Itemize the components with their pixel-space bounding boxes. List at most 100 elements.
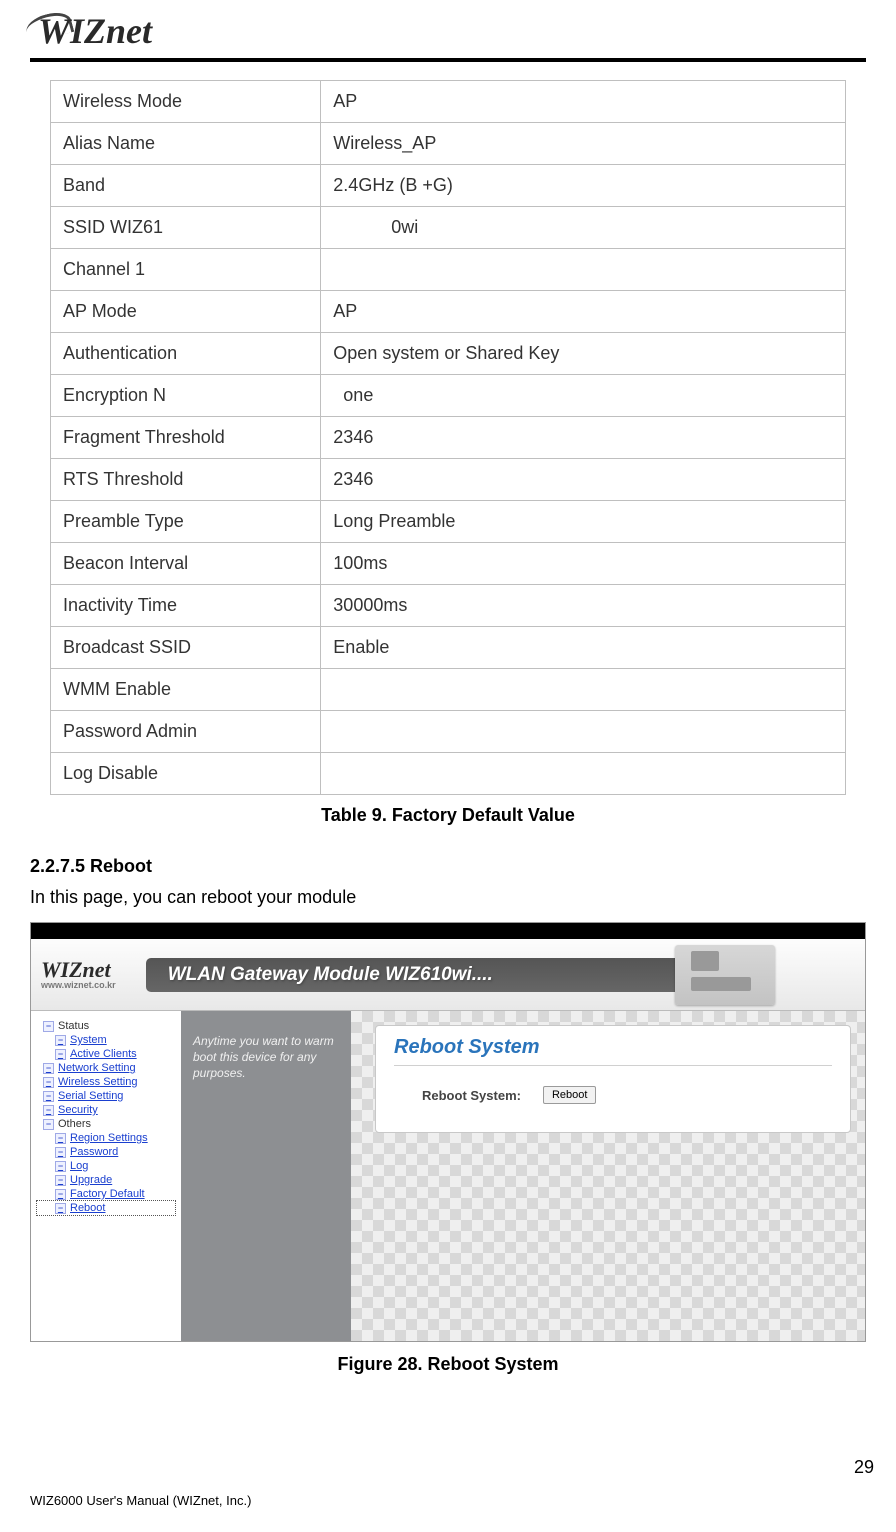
table-key: Preamble Type bbox=[51, 501, 321, 543]
table-row: AuthenticationOpen system or Shared Key bbox=[51, 333, 846, 375]
table-row: Fragment Threshold2346 bbox=[51, 417, 846, 459]
nav-serial-setting[interactable]: −Serial Setting bbox=[37, 1089, 175, 1103]
table-key: WMM Enable bbox=[51, 669, 321, 711]
minus-icon: − bbox=[55, 1203, 66, 1214]
table-row: Band2.4GHz (B +G) bbox=[51, 165, 846, 207]
table-row: Broadcast SSIDEnable bbox=[51, 627, 846, 669]
table-value: Open system or Shared Key bbox=[321, 333, 846, 375]
table-row: Encryption None bbox=[51, 375, 846, 417]
nav-status[interactable]: −Status bbox=[37, 1019, 175, 1033]
table-key: Channel 1 bbox=[51, 249, 321, 291]
table-key: Password Admin bbox=[51, 711, 321, 753]
table-key: RTS Threshold bbox=[51, 459, 321, 501]
table-key: SSID WIZ61 bbox=[51, 207, 321, 249]
reboot-panel: Reboot System Reboot System: Reboot bbox=[375, 1025, 851, 1133]
table-value: 30000ms bbox=[321, 585, 846, 627]
nav-factory-default[interactable]: −Factory Default bbox=[37, 1187, 175, 1201]
table-value bbox=[321, 753, 846, 795]
table-key: Encryption N bbox=[51, 375, 321, 417]
table-row: Channel 1 bbox=[51, 249, 846, 291]
table-value bbox=[321, 711, 846, 753]
banner-logo-sub: www.wiznet.co.kr bbox=[41, 981, 116, 990]
table-row: AP ModeAP bbox=[51, 291, 846, 333]
table-value: 2346 bbox=[321, 459, 846, 501]
table-row: Inactivity Time30000ms bbox=[51, 585, 846, 627]
nav-password[interactable]: −Password bbox=[37, 1145, 175, 1159]
table-value: AP bbox=[321, 81, 846, 123]
banner-logo: WIZnet www.wiznet.co.kr bbox=[41, 959, 116, 990]
nav-upgrade[interactable]: −Upgrade bbox=[37, 1173, 175, 1187]
sidebar-nav: −Status −System −Active Clients −Network… bbox=[31, 1011, 181, 1341]
wiznet-logo: WIZnet bbox=[30, 10, 152, 52]
table-key: Alias Name bbox=[51, 123, 321, 165]
nav-network-setting[interactable]: −Network Setting bbox=[37, 1061, 175, 1075]
panel-title: Reboot System bbox=[394, 1036, 832, 1066]
table-row: WMM Enable bbox=[51, 669, 846, 711]
table-row: Beacon Interval100ms bbox=[51, 543, 846, 585]
table-value: 100ms bbox=[321, 543, 846, 585]
minus-icon: − bbox=[43, 1091, 54, 1102]
minus-icon: − bbox=[55, 1035, 66, 1046]
table-key: Broadcast SSID bbox=[51, 627, 321, 669]
reboot-label: Reboot System: bbox=[422, 1088, 521, 1103]
reboot-button[interactable]: Reboot bbox=[543, 1086, 596, 1104]
nav-others[interactable]: −Others bbox=[37, 1117, 175, 1131]
nav-region-settings[interactable]: −Region Settings bbox=[37, 1131, 175, 1145]
content-area: Reboot System Reboot System: Reboot bbox=[351, 1011, 865, 1341]
module-photo-icon bbox=[675, 945, 775, 1005]
minus-icon: − bbox=[43, 1077, 54, 1088]
nav-security[interactable]: −Security bbox=[37, 1103, 175, 1117]
banner: WIZnet www.wiznet.co.kr WLAN Gateway Mod… bbox=[31, 939, 865, 1011]
table-key: Fragment Threshold bbox=[51, 417, 321, 459]
hint-panel: Anytime you want to warm boot this devic… bbox=[181, 1011, 351, 1341]
table-row: SSID WIZ610wi bbox=[51, 207, 846, 249]
table-key: Log Disable bbox=[51, 753, 321, 795]
minus-icon: − bbox=[55, 1189, 66, 1200]
table-value: Long Preamble bbox=[321, 501, 846, 543]
table-value: one bbox=[321, 375, 846, 417]
table-key: Band bbox=[51, 165, 321, 207]
factory-default-table: Wireless ModeAPAlias NameWireless_APBand… bbox=[50, 80, 846, 795]
nav-reboot[interactable]: −Reboot bbox=[37, 1201, 175, 1215]
minus-icon: − bbox=[43, 1063, 54, 1074]
table-key: Inactivity Time bbox=[51, 585, 321, 627]
section-body: In this page, you can reboot your module bbox=[30, 887, 866, 908]
page-header: WIZnet bbox=[0, 10, 896, 58]
table-key: Wireless Mode bbox=[51, 81, 321, 123]
nav-system[interactable]: −System bbox=[37, 1033, 175, 1047]
table-row: Wireless ModeAP bbox=[51, 81, 846, 123]
footer: WIZ6000 User's Manual (WIZnet, Inc.) bbox=[30, 1493, 251, 1508]
header-divider bbox=[30, 58, 866, 62]
hint-text: Anytime you want to warm boot this devic… bbox=[193, 1034, 334, 1080]
reboot-screenshot: WIZnet www.wiznet.co.kr WLAN Gateway Mod… bbox=[30, 922, 866, 1342]
footer-left: WIZ6000 User's Manual bbox=[30, 1493, 169, 1508]
table-row: RTS Threshold2346 bbox=[51, 459, 846, 501]
table-value: 2346 bbox=[321, 417, 846, 459]
table-value: Enable bbox=[321, 627, 846, 669]
table-value: AP bbox=[321, 291, 846, 333]
nav-wireless-setting[interactable]: −Wireless Setting bbox=[37, 1075, 175, 1089]
minus-icon: − bbox=[43, 1021, 54, 1032]
minus-icon: − bbox=[55, 1147, 66, 1158]
table-row: Alias NameWireless_AP bbox=[51, 123, 846, 165]
banner-title: WLAN Gateway Module WIZ610wi.... bbox=[146, 958, 753, 992]
footer-company: (WIZnet, Inc.) bbox=[173, 1493, 252, 1508]
table-row: Password Admin bbox=[51, 711, 846, 753]
titlebar bbox=[31, 923, 865, 939]
table-key: AP Mode bbox=[51, 291, 321, 333]
table-key: Authentication bbox=[51, 333, 321, 375]
table-value bbox=[321, 669, 846, 711]
table-caption: Table 9. Factory Default Value bbox=[0, 805, 896, 826]
minus-icon: − bbox=[55, 1175, 66, 1186]
table-value: Wireless_AP bbox=[321, 123, 846, 165]
nav-active-clients[interactable]: −Active Clients bbox=[37, 1047, 175, 1061]
minus-icon: − bbox=[55, 1049, 66, 1060]
table-value bbox=[321, 249, 846, 291]
page-number: 29 bbox=[854, 1457, 874, 1478]
table-row: Preamble TypeLong Preamble bbox=[51, 501, 846, 543]
minus-icon: − bbox=[43, 1119, 54, 1130]
nav-log[interactable]: −Log bbox=[37, 1159, 175, 1173]
minus-icon: − bbox=[43, 1105, 54, 1116]
table-row: Log Disable bbox=[51, 753, 846, 795]
section-heading: 2.2.7.5 Reboot bbox=[30, 856, 866, 877]
